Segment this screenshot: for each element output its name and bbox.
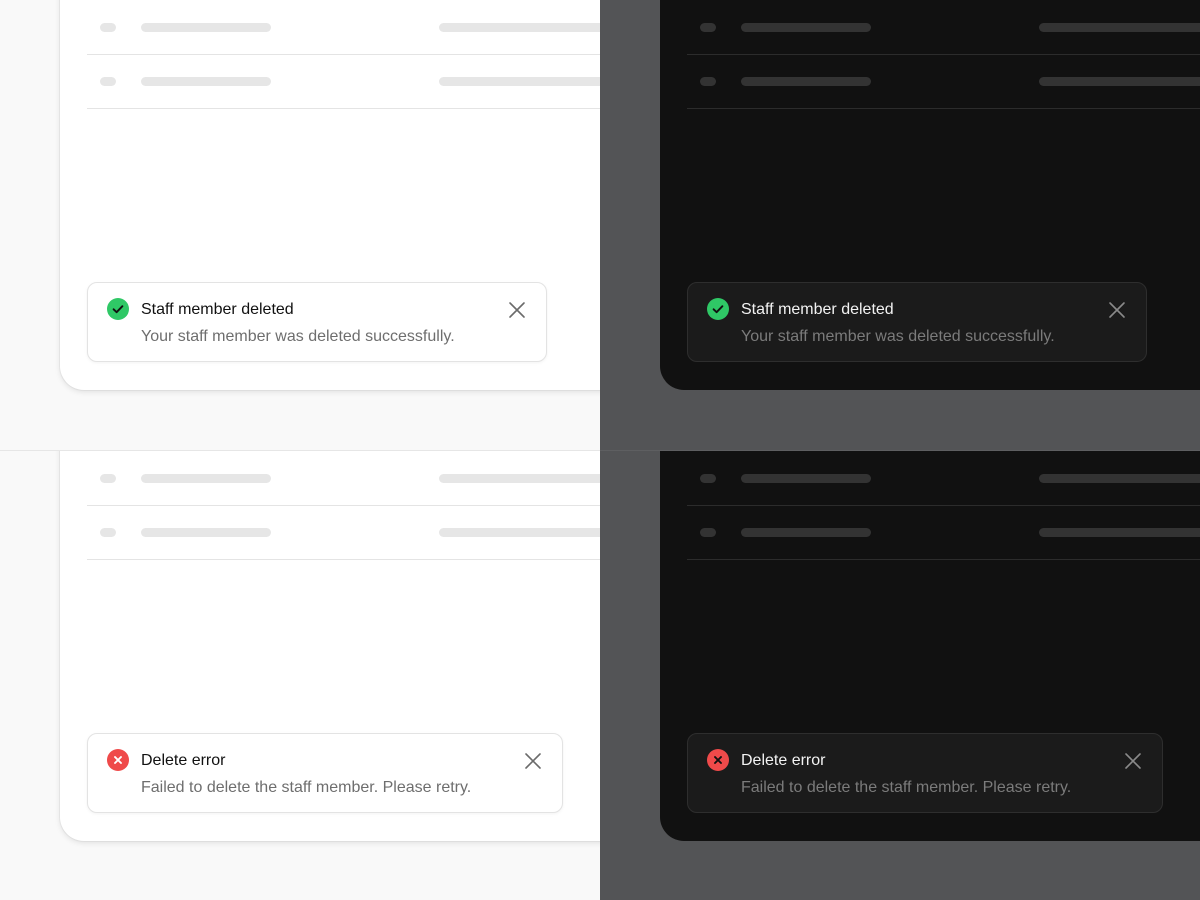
skeleton-line	[439, 23, 600, 32]
skeleton-line	[1039, 474, 1200, 483]
table-row	[87, 505, 600, 560]
close-button[interactable]	[523, 751, 543, 771]
panel-dark-error: Delete error Failed to delete the staff …	[600, 450, 1200, 900]
skeleton-line	[1039, 23, 1200, 32]
close-icon	[1109, 302, 1125, 318]
table-row	[687, 451, 1200, 506]
skeleton-dot	[700, 528, 716, 537]
toast-error: Delete error Failed to delete the staff …	[687, 733, 1163, 813]
table-row	[87, 54, 600, 109]
skeleton-dot	[700, 77, 716, 86]
close-icon	[509, 302, 525, 318]
x-circle-icon	[707, 749, 729, 771]
skeleton-line	[141, 528, 271, 537]
toast-message: Failed to delete the staff member. Pleas…	[141, 779, 472, 796]
skeleton-dot	[100, 77, 116, 86]
check-circle-icon	[707, 298, 729, 320]
skeleton-dot	[700, 23, 716, 32]
table-row	[687, 54, 1200, 109]
toast-message: Your staff member was deleted successful…	[141, 328, 455, 345]
panel-light-success: Staff member deleted Your staff member w…	[0, 0, 600, 450]
close-icon	[525, 753, 541, 769]
toast-title: Delete error	[141, 752, 226, 769]
close-button[interactable]	[507, 300, 527, 320]
skeleton-line	[439, 474, 600, 483]
table-row	[687, 505, 1200, 560]
skeleton-dot	[100, 528, 116, 537]
skeleton-line	[741, 474, 871, 483]
toast-message: Your staff member was deleted successful…	[741, 328, 1055, 345]
skeleton-dot	[700, 474, 716, 483]
panel-light-error: Delete error Failed to delete the staff …	[0, 450, 600, 900]
skeleton-line	[1039, 77, 1200, 86]
skeleton-line	[439, 77, 600, 86]
toast-title: Staff member deleted	[741, 301, 894, 318]
toast-success: Staff member deleted Your staff member w…	[87, 282, 547, 362]
skeleton-dot	[100, 23, 116, 32]
x-circle-icon	[107, 749, 129, 771]
skeleton-line	[741, 23, 871, 32]
close-button[interactable]	[1123, 751, 1143, 771]
skeleton-line	[141, 23, 271, 32]
toast-title: Delete error	[741, 752, 826, 769]
skeleton-dot	[100, 474, 116, 483]
skeleton-line	[141, 77, 271, 86]
toast-title: Staff member deleted	[141, 301, 294, 318]
close-button[interactable]	[1107, 300, 1127, 320]
panel-dark-success: Staff member deleted Your staff member w…	[600, 0, 1200, 450]
toast-message: Failed to delete the staff member. Pleas…	[741, 779, 1072, 796]
close-icon	[1125, 753, 1141, 769]
table-row	[87, 0, 600, 55]
skeleton-line	[741, 528, 871, 537]
table-row	[87, 451, 600, 506]
toast-success: Staff member deleted Your staff member w…	[687, 282, 1147, 362]
skeleton-line	[741, 77, 871, 86]
table-row	[687, 0, 1200, 55]
skeleton-line	[1039, 528, 1200, 537]
skeleton-line	[439, 528, 600, 537]
toast-error: Delete error Failed to delete the staff …	[87, 733, 563, 813]
skeleton-line	[141, 474, 271, 483]
check-circle-icon	[107, 298, 129, 320]
